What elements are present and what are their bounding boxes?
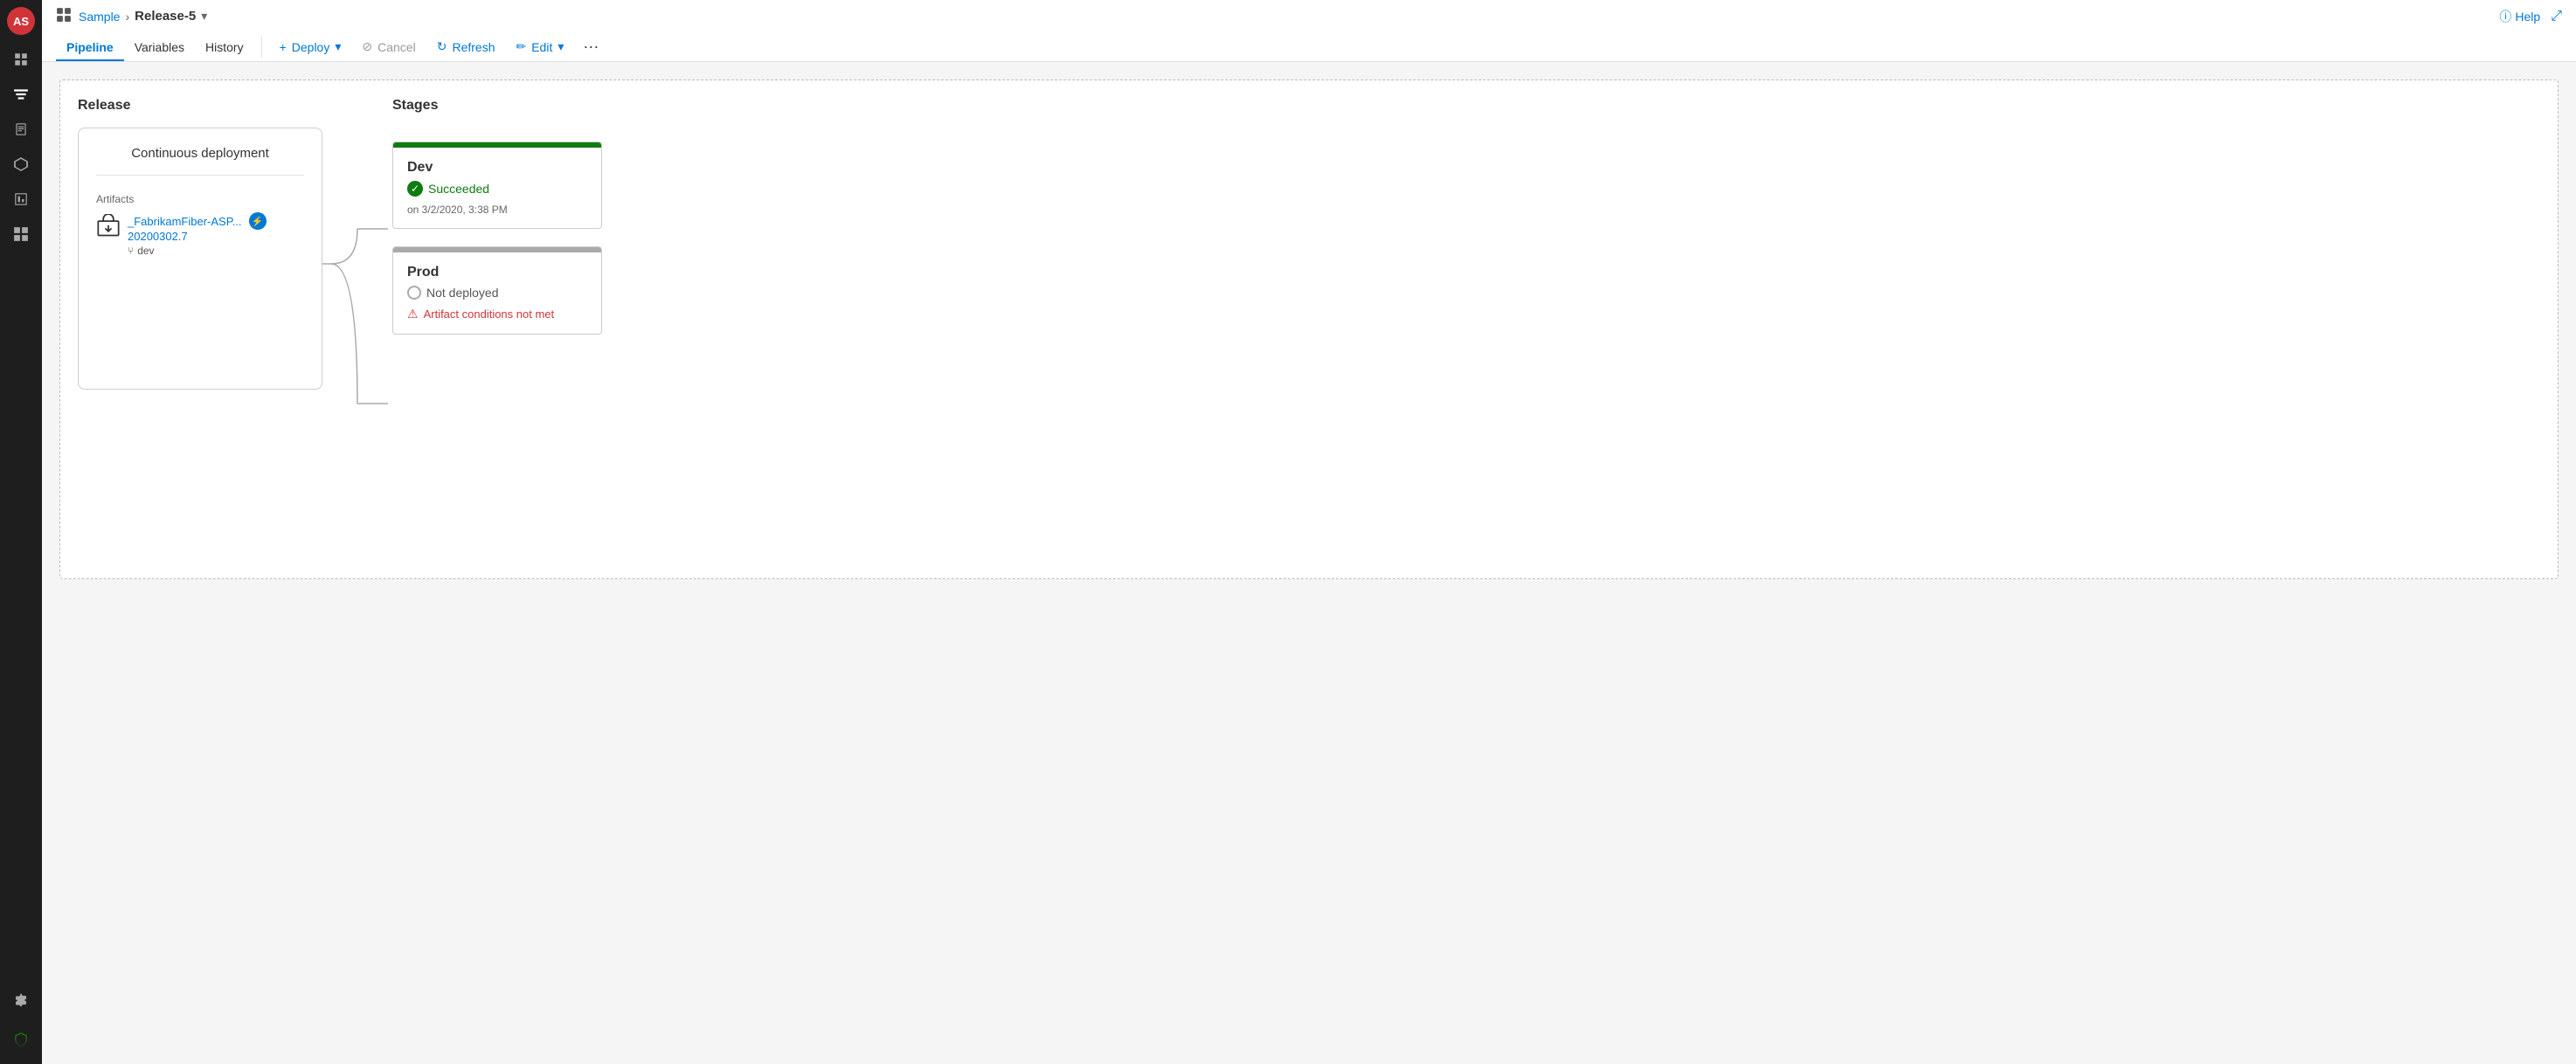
artifact-branch: ⑂ dev bbox=[128, 245, 267, 257]
cancel-label: Cancel bbox=[377, 40, 416, 54]
topbar: Sample › Release-5 ▾ ⓘ Help ⤢ Pipeline V… bbox=[42, 0, 2576, 62]
pipeline-connector-svg bbox=[322, 159, 392, 561]
stage-prod-status-label: Not deployed bbox=[426, 286, 499, 300]
sidebar-icon-home[interactable] bbox=[7, 45, 35, 73]
cancel-button[interactable]: ⊘ Cancel bbox=[351, 34, 426, 59]
sidebar-icon-security[interactable] bbox=[7, 1026, 35, 1054]
artifact-info: _FabrikamFiber-ASP... ⚡ 20200302.7 ⑂ dev bbox=[128, 212, 267, 257]
sidebar: AS bbox=[0, 0, 42, 1064]
stage-card-dev[interactable]: Dev ✓ Succeeded on 3/2/2020, 3:38 PM bbox=[392, 142, 602, 229]
toolbar: Pipeline Variables History + Deploy ▾ ⊘ … bbox=[56, 29, 2562, 61]
deploy-button[interactable]: + Deploy ▾ bbox=[269, 34, 352, 59]
sidebar-icon-testplans[interactable] bbox=[7, 185, 35, 213]
breadcrumb-chevron-icon[interactable]: ▾ bbox=[201, 9, 207, 24]
deploy-chevron-icon: ▾ bbox=[335, 39, 341, 54]
tab-history[interactable]: History bbox=[195, 33, 254, 61]
not-deployed-circle-icon bbox=[407, 286, 421, 300]
stages-section: Stages Dev ✓ Succeeded on 3/2/2020, 3:38… bbox=[392, 98, 2540, 561]
breadcrumb-row: Sample › Release-5 ▾ ⓘ Help ⤢ bbox=[56, 0, 2562, 29]
release-card: Continuous deployment Artifacts bbox=[78, 128, 322, 390]
edit-pencil-icon: ✏ bbox=[516, 39, 526, 54]
stage-dev-timestamp: on 3/2/2020, 3:38 PM bbox=[407, 204, 587, 216]
refresh-icon: ↻ bbox=[437, 39, 447, 54]
stages-section-title: Stages bbox=[392, 98, 2540, 114]
help-link[interactable]: ⓘ Help bbox=[2499, 8, 2540, 25]
edit-label: Edit bbox=[531, 40, 552, 54]
artifact-name: _FabrikamFiber-ASP... bbox=[128, 215, 242, 228]
lightning-badge: ⚡ bbox=[249, 212, 267, 230]
more-options-button[interactable]: ··· bbox=[574, 32, 607, 61]
cancel-circle-icon: ⊘ bbox=[362, 39, 372, 54]
sidebar-icon-pipelines[interactable] bbox=[7, 80, 35, 108]
sidebar-icon-artifacts[interactable] bbox=[7, 150, 35, 178]
sidebar-icon-boards[interactable] bbox=[7, 220, 35, 248]
deploy-plus-icon: + bbox=[280, 40, 287, 54]
expand-icon[interactable]: ⤢ bbox=[2551, 9, 2562, 24]
warning-triangle-icon: ⚠ bbox=[407, 307, 419, 321]
main-content: Sample › Release-5 ▾ ⓘ Help ⤢ Pipeline V… bbox=[42, 0, 2576, 1064]
branch-icon: ⑂ bbox=[128, 245, 134, 257]
refresh-label: Refresh bbox=[452, 40, 495, 54]
edit-button[interactable]: ✏ Edit ▾ bbox=[505, 34, 574, 59]
breadcrumb-release: Release-5 bbox=[135, 9, 196, 24]
breadcrumb-separator: › bbox=[125, 10, 129, 24]
stage-prod-warning-text: Artifact conditions not met bbox=[424, 307, 555, 321]
stage-prod-name: Prod bbox=[407, 265, 587, 280]
help-label: Help bbox=[2515, 10, 2540, 24]
release-card-title: Continuous deployment bbox=[96, 146, 304, 176]
tab-pipeline[interactable]: Pipeline bbox=[56, 33, 124, 61]
stage-prod-status: Not deployed bbox=[407, 286, 587, 300]
pipeline-canvas: Release Continuous deployment Artifacts bbox=[42, 62, 2576, 1064]
help-circle-icon: ⓘ bbox=[2499, 8, 2511, 25]
breadcrumb-icon bbox=[56, 7, 72, 25]
stage-prod-body: Prod Not deployed ⚠ Artifact conditions … bbox=[393, 252, 601, 334]
success-check-icon: ✓ bbox=[407, 181, 423, 197]
stage-dev-name: Dev bbox=[407, 160, 587, 176]
deploy-label: Deploy bbox=[292, 40, 330, 54]
breadcrumb-project[interactable]: Sample bbox=[79, 10, 120, 24]
artifact-branch-name: dev bbox=[137, 245, 154, 257]
sidebar-icon-settings[interactable] bbox=[7, 987, 35, 1015]
refresh-button[interactable]: ↻ Refresh bbox=[426, 34, 506, 59]
artifact-item: _FabrikamFiber-ASP... ⚡ 20200302.7 ⑂ dev bbox=[96, 212, 304, 257]
stages-list: Dev ✓ Succeeded on 3/2/2020, 3:38 PM bbox=[392, 142, 2540, 335]
release-section: Release Continuous deployment Artifacts bbox=[78, 98, 322, 561]
user-avatar: AS bbox=[7, 7, 35, 35]
artifacts-label: Artifacts bbox=[96, 193, 304, 205]
release-section-title: Release bbox=[78, 98, 322, 114]
pipeline-container: Release Continuous deployment Artifacts bbox=[59, 79, 2559, 579]
stage-dev-status-label: Succeeded bbox=[428, 182, 489, 196]
edit-chevron-icon: ▾ bbox=[557, 39, 564, 54]
sidebar-icon-repos[interactable] bbox=[7, 115, 35, 143]
toolbar-divider bbox=[261, 37, 262, 58]
artifact-version: 20200302.7 bbox=[128, 230, 267, 243]
stage-card-prod[interactable]: Prod Not deployed ⚠ Artifact conditions … bbox=[392, 246, 602, 335]
tab-variables[interactable]: Variables bbox=[124, 33, 195, 61]
artifact-download-icon bbox=[96, 214, 121, 244]
stage-dev-body: Dev ✓ Succeeded on 3/2/2020, 3:38 PM bbox=[393, 148, 601, 228]
stage-prod-warning: ⚠ Artifact conditions not met bbox=[407, 307, 587, 321]
stage-dev-status: ✓ Succeeded bbox=[407, 181, 587, 197]
